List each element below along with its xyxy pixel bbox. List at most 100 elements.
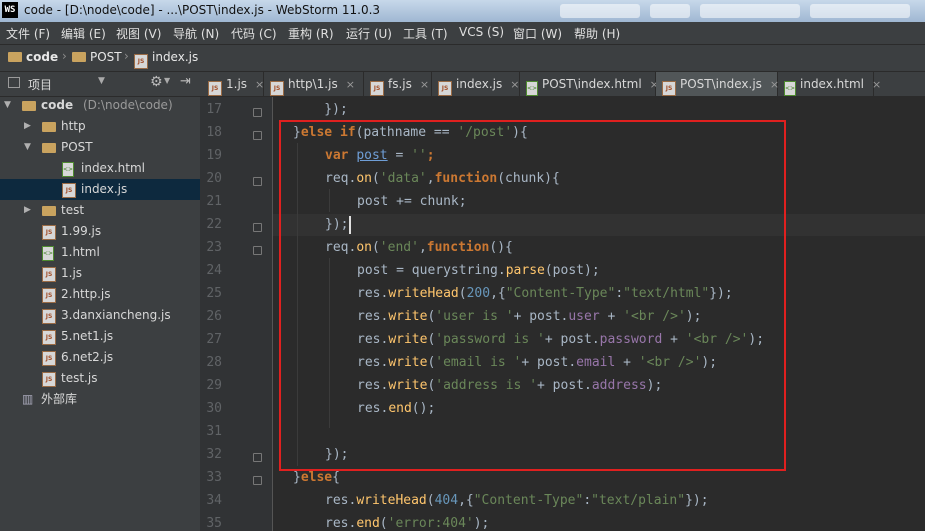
tree-item-label: 1.js bbox=[61, 266, 83, 280]
tree-item[interactable]: JS 3.danxiancheng.js bbox=[0, 305, 200, 326]
line-number: 20 bbox=[206, 171, 222, 186]
line-number: 26 bbox=[206, 309, 222, 324]
menu-edit[interactable]: 编辑 (E) bbox=[61, 25, 106, 42]
folder-icon bbox=[8, 52, 22, 62]
code-line-34[interactable]: res.writeHead(404,{"Content-Type":"text/… bbox=[325, 493, 709, 508]
folder-icon bbox=[42, 206, 56, 216]
fold-marker-icon[interactable] bbox=[253, 131, 262, 140]
tree-item-label: 外部库 bbox=[41, 392, 78, 406]
close-icon[interactable]: × bbox=[510, 78, 519, 91]
fold-marker-icon[interactable] bbox=[253, 476, 262, 485]
menu-view[interactable]: 视图 (V) bbox=[116, 25, 161, 42]
breadcrumb-file[interactable]: JS index.js bbox=[134, 50, 198, 69]
tree-item[interactable]: JS 5.net1.js bbox=[0, 326, 200, 347]
line-number: 19 bbox=[206, 148, 222, 163]
chevron-down-icon[interactable]: ▼ bbox=[164, 76, 170, 85]
tree-item[interactable]: JS 1.99.js bbox=[0, 221, 200, 242]
menu-file[interactable]: 文件 (F) bbox=[6, 25, 50, 42]
tree-item[interactable]: ▶ test bbox=[0, 200, 200, 221]
tab-label: POST\index.js bbox=[680, 77, 762, 91]
tree-item[interactable]: JS 6.net2.js bbox=[0, 347, 200, 368]
line-number: 33 bbox=[206, 470, 222, 485]
line-number: 28 bbox=[206, 355, 222, 370]
hide-panel-icon[interactable]: ⇥ bbox=[180, 74, 191, 89]
close-icon[interactable]: × bbox=[346, 78, 355, 91]
tab-4[interactable]: JS index.js × bbox=[432, 72, 520, 96]
blurred-taskbar-item bbox=[700, 4, 800, 18]
expand-arrow-closed-icon[interactable]: ▶ bbox=[24, 116, 31, 137]
tab-label: fs.js bbox=[388, 77, 412, 91]
menu-bar: 文件 (F) 编辑 (E) 视图 (V) 导航 (N) 代码 (C) 重构 (R… bbox=[0, 22, 925, 45]
breadcrumb-root[interactable]: code bbox=[8, 50, 58, 64]
expand-arrow-open-icon[interactable]: ▼ bbox=[24, 137, 31, 158]
project-panel-title[interactable]: 项目 bbox=[28, 76, 52, 93]
gear-icon[interactable]: ⚙ bbox=[150, 74, 163, 90]
tree-item-label: 2.http.js bbox=[61, 287, 111, 301]
html-file-icon: <> bbox=[62, 162, 74, 177]
blurred-taskbar-item bbox=[810, 4, 910, 18]
breadcrumb-folder[interactable]: POST bbox=[72, 50, 122, 64]
tree-item-label: index.js bbox=[81, 182, 128, 196]
tree-item[interactable]: JS index.js bbox=[0, 179, 200, 200]
tab-1[interactable]: JS 1.js × bbox=[202, 72, 264, 96]
blurred-taskbar-item bbox=[650, 4, 690, 18]
line-number: 25 bbox=[206, 286, 222, 301]
code-line-33[interactable]: }else{ bbox=[293, 470, 340, 485]
js-file-icon: JS bbox=[370, 81, 384, 96]
code-line-17[interactable]: }); bbox=[293, 102, 348, 117]
line-number: 29 bbox=[206, 378, 222, 393]
menu-vcs[interactable]: VCS (S) bbox=[459, 25, 504, 39]
html-file-icon: <> bbox=[42, 246, 54, 261]
tab-2[interactable]: JS http\1.js × bbox=[264, 72, 364, 96]
tab-3[interactable]: JS fs.js × bbox=[364, 72, 432, 96]
tab-label: index.js bbox=[456, 77, 503, 91]
tree-item[interactable]: JS 2.http.js bbox=[0, 284, 200, 305]
folder-icon bbox=[42, 143, 56, 153]
close-icon[interactable]: × bbox=[420, 78, 429, 91]
tree-item[interactable]: JS 1.js bbox=[0, 263, 200, 284]
tab-7[interactable]: <> index.html × bbox=[778, 72, 881, 96]
js-file-icon: JS bbox=[438, 81, 452, 96]
editor-tabs: JS 1.js × JS http\1.js × JS fs.js × JS index.js × <>… bbox=[200, 72, 925, 97]
chevron-down-icon[interactable]: ▼ bbox=[98, 76, 105, 86]
code-line-35[interactable]: res.end('error:404'); bbox=[325, 516, 489, 531]
project-view-icon bbox=[8, 77, 20, 88]
tree-item[interactable]: <> 1.html bbox=[0, 242, 200, 263]
js-file-icon: JS bbox=[42, 288, 56, 303]
tree-item[interactable]: JS test.js bbox=[0, 368, 200, 389]
folder-icon bbox=[22, 101, 36, 111]
line-number: 22 bbox=[206, 217, 222, 232]
tab-label: POST\index.html bbox=[542, 77, 642, 91]
tree-item[interactable]: ▶ http bbox=[0, 116, 200, 137]
tree-item[interactable]: ▼ code (D:\node\code) bbox=[0, 95, 200, 116]
menu-navigate[interactable]: 导航 (N) bbox=[173, 25, 219, 42]
fold-marker-icon[interactable] bbox=[253, 108, 262, 117]
expand-arrow-open-icon[interactable]: ▼ bbox=[4, 95, 11, 116]
tab-label: 1.js bbox=[226, 77, 248, 91]
fold-marker-icon[interactable] bbox=[253, 177, 262, 186]
menu-refactor[interactable]: 重构 (R) bbox=[288, 25, 334, 42]
menu-window[interactable]: 窗口 (W) bbox=[513, 25, 562, 42]
tree-item[interactable]: <> index.html bbox=[0, 158, 200, 179]
js-file-icon: JS bbox=[62, 183, 76, 198]
tree-item-label: http bbox=[61, 119, 86, 133]
js-file-icon: JS bbox=[42, 309, 56, 324]
tree-item-label: 5.net1.js bbox=[61, 329, 114, 343]
chevron-right-icon: › bbox=[62, 49, 67, 63]
window-title: code - [D:\node\code] - ...\POST\index.j… bbox=[24, 3, 381, 17]
fold-marker-icon[interactable] bbox=[253, 246, 262, 255]
close-icon[interactable]: × bbox=[872, 78, 881, 91]
tree-item[interactable]: ▼ POST bbox=[0, 137, 200, 158]
menu-code[interactable]: 代码 (C) bbox=[231, 25, 277, 42]
tree-item[interactable]: ▥ 外部库 bbox=[0, 389, 200, 410]
menu-help[interactable]: 帮助 (H) bbox=[574, 25, 620, 42]
menu-tools[interactable]: 工具 (T) bbox=[403, 25, 448, 42]
tab-5[interactable]: <> POST\index.html × bbox=[520, 72, 659, 96]
fold-marker-icon[interactable] bbox=[253, 223, 262, 232]
tab-6[interactable]: JS POST\index.js × bbox=[656, 72, 779, 96]
close-icon[interactable]: × bbox=[255, 78, 264, 91]
menu-run[interactable]: 运行 (U) bbox=[346, 25, 392, 42]
fold-marker-icon[interactable] bbox=[253, 453, 262, 462]
expand-arrow-closed-icon[interactable]: ▶ bbox=[24, 200, 31, 221]
tree-item-path: (D:\node\code) bbox=[83, 98, 173, 112]
